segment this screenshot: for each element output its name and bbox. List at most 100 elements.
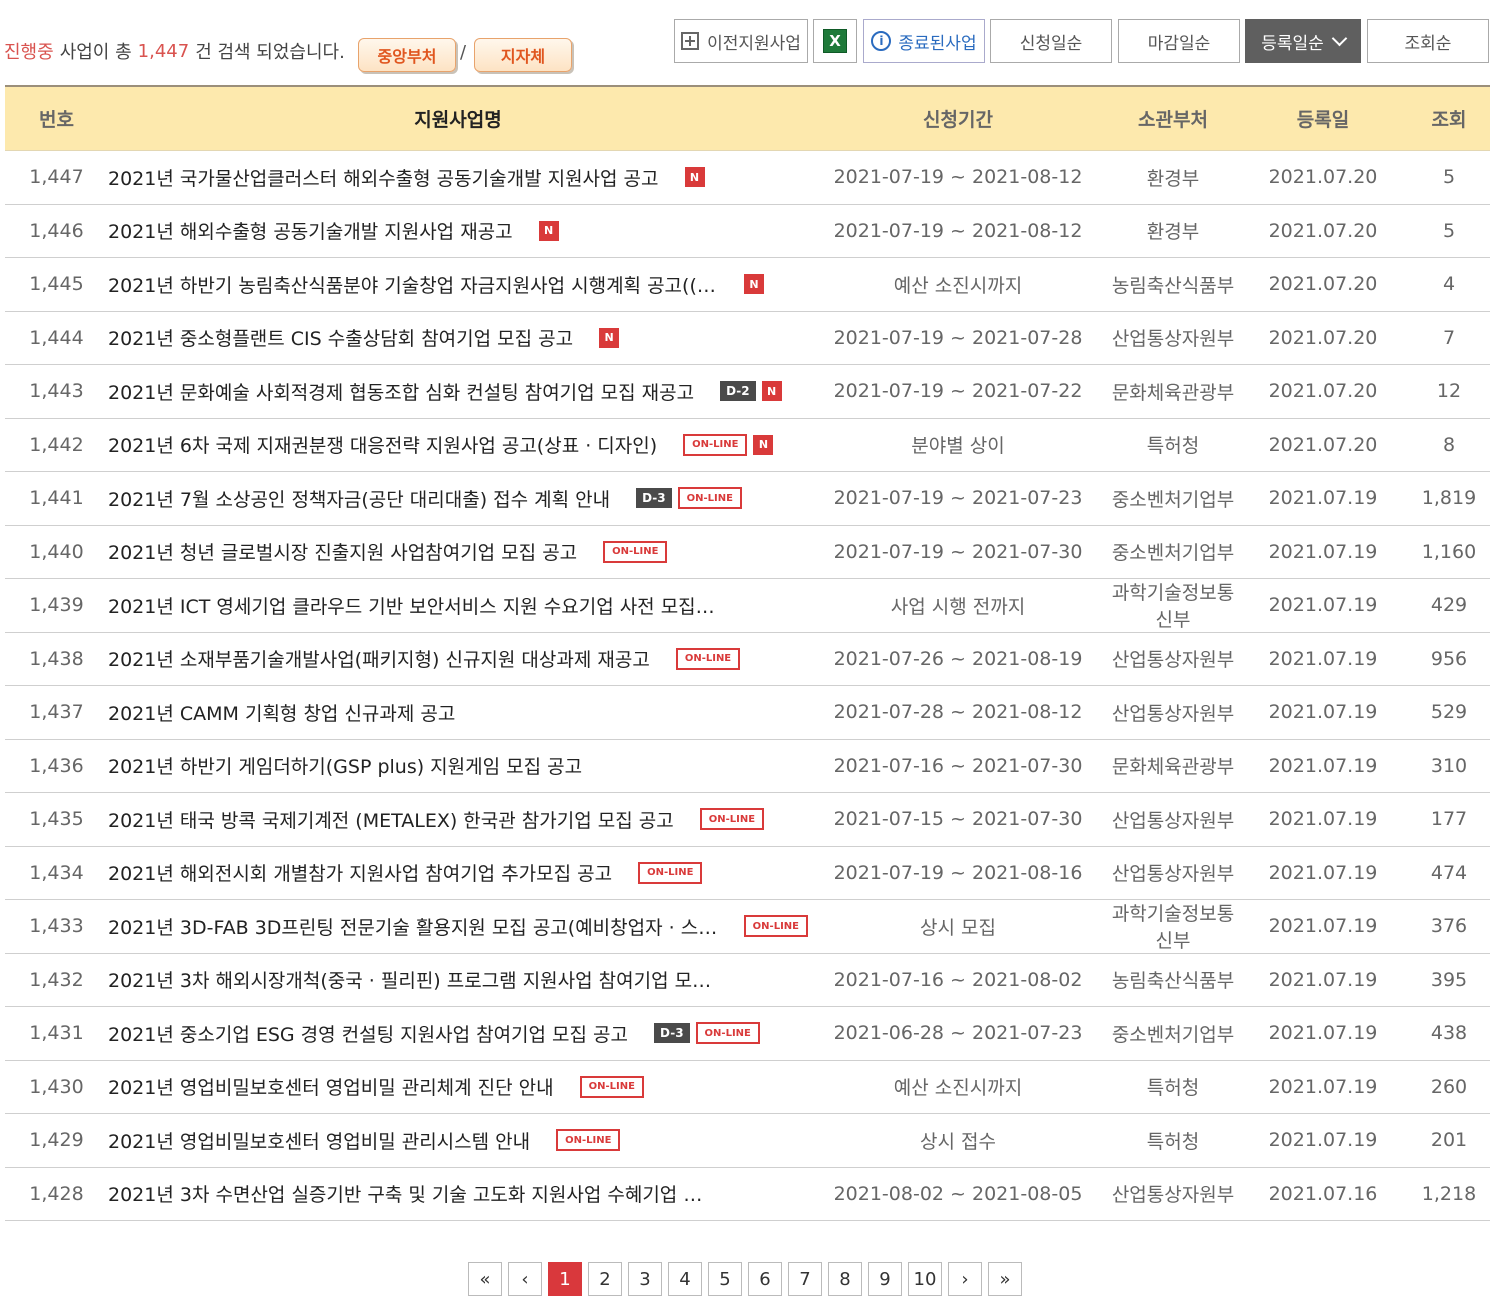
table-row[interactable]: 1,435 2021년 태국 방콕 국제기계전 (METALEX) 한국관 참가기… (5, 793, 1490, 847)
table-row[interactable]: 1,438 2021년 소재부품기술개발사업(패키지형) 신규지원 대상과제 재공… (5, 633, 1490, 686)
row-title-cell[interactable]: 2021년 중소형플랜트 CIS 수출상담회 참여기업 모집 공고 N (108, 324, 808, 351)
previous-programs-button[interactable]: 이전지원사업 (674, 19, 808, 63)
row-views: 5 (1442, 166, 1456, 189)
table-row[interactable]: 1,439 2021년 ICT 영세기업 클라우드 기반 보안서비스 지원 수요기… (5, 579, 1490, 633)
local-government-button[interactable]: 지자체 (474, 38, 572, 72)
sort-views-button[interactable]: 조회순 (1367, 19, 1489, 63)
table-row[interactable]: 1,437 2021년 CAMM 기획형 창업 신규과제 공고 2021-07-28… (5, 686, 1490, 740)
program-title-link[interactable]: 2021년 3D-FAB 3D프린팅 전문기술 활용지원 모집 공고(예비창업자… (108, 913, 718, 940)
program-title-link[interactable]: 2021년 소재부품기술개발사업(패키지형) 신규지원 대상과제 재공고 (108, 645, 650, 672)
table-row[interactable]: 1,441 2021년 7월 소상공인 정책자금(공단 대리대출) 접수 계획 안… (5, 472, 1490, 526)
row-registered-date: 2021.07.20 (1268, 219, 1378, 242)
row-title-cell[interactable]: 2021년 하반기 농림축산식품분야 기술창업 자금지원사업 시행계획 공고((… (108, 271, 808, 298)
page-button[interactable]: 7 (788, 1262, 822, 1296)
col-dept-header: 소관부처 (1138, 109, 1208, 131)
table-row[interactable]: 1,433 2021년 3D-FAB 3D프린팅 전문기술 활용지원 모집 공고(… (5, 900, 1490, 954)
row-title-cell[interactable]: 2021년 영업비밀보호센터 영업비밀 관리체계 진단 안내 ON-LINE (108, 1073, 808, 1100)
excel-download-button[interactable]: X (813, 19, 857, 63)
page-button[interactable]: 1 (548, 1262, 582, 1296)
page-button[interactable]: 2 (588, 1262, 622, 1296)
program-title-link[interactable]: 2021년 하반기 게임더하기(GSP plus) 지원게임 모집 공고 (108, 752, 582, 779)
sort-deadline-button[interactable]: 마감일순 (1118, 19, 1240, 63)
row-views: 5 (1442, 219, 1456, 242)
table-row[interactable]: 1,436 2021년 하반기 게임더하기(GSP plus) 지원게임 모집 공… (5, 740, 1490, 793)
closed-programs-button[interactable]: i 종료된사업 (863, 19, 985, 63)
row-title-cell[interactable]: 2021년 청년 글로벌시장 진출지원 사업참여기업 모집 공고 ON-LINE (108, 538, 808, 565)
program-title-link[interactable]: 2021년 6차 국제 지재권분쟁 대응전략 지원사업 공고(상표 · 디자인) (108, 431, 657, 458)
program-title-link[interactable]: 2021년 ICT 영세기업 클라우드 기반 보안서비스 지원 수요기업 사전 … (108, 592, 718, 619)
row-number: 1,432 (29, 968, 84, 991)
row-period: 상시 접수 (920, 1130, 996, 1153)
program-title-link[interactable]: 2021년 하반기 농림축산식품분야 기술창업 자금지원사업 시행계획 공고((… (108, 271, 718, 298)
row-views: 1,819 (1421, 487, 1477, 510)
row-department: 중소벤처기업부 (1111, 542, 1235, 565)
online-badge: ON-LINE (695, 1022, 760, 1045)
table-row[interactable]: 1,442 2021년 6차 국제 지재권분쟁 대응전략 지원사업 공고(상표 ·… (5, 419, 1490, 472)
program-title-link[interactable]: 2021년 해외수출형 공동기술개발 지원사업 재공고 (108, 217, 513, 244)
program-title-link[interactable]: 2021년 3차 해외시장개척(중국 · 필리핀) 프로그램 지원사업 참여기업… (108, 966, 718, 993)
last-page-button[interactable]: » (988, 1262, 1022, 1296)
page-button[interactable]: 4 (668, 1262, 702, 1296)
table-row[interactable]: 1,440 2021년 청년 글로벌시장 진출지원 사업참여기업 모집 공고 ON-… (5, 526, 1490, 579)
row-period: 2021-07-19 ~ 2021-08-12 (833, 219, 1083, 242)
program-title-link[interactable]: 2021년 7월 소상공인 정책자금(공단 대리대출) 접수 계획 안내 (108, 485, 610, 512)
row-title-cell[interactable]: 2021년 문화예술 사회적경제 협동조합 심화 컨설팅 참여기업 모집 재공고… (108, 378, 808, 405)
row-title-cell[interactable]: 2021년 3차 수면산업 실증기반 구축 및 기술 고도화 지원사업 수혜기업… (108, 1180, 808, 1207)
program-title-link[interactable]: 2021년 청년 글로벌시장 진출지원 사업참여기업 모집 공고 (108, 538, 577, 565)
table-row[interactable]: 1,429 2021년 영업비밀보호센터 영업비밀 관리시스템 안내 ON-LINE… (5, 1114, 1490, 1168)
row-period: 2021-07-19 ~ 2021-07-23 (833, 487, 1083, 510)
row-title-cell[interactable]: 2021년 하반기 게임더하기(GSP plus) 지원게임 모집 공고 (108, 752, 808, 779)
row-title-cell[interactable]: 2021년 3차 해외시장개척(중국 · 필리핀) 프로그램 지원사업 참여기업… (108, 966, 808, 993)
summary-prefix: 사업이 총 (59, 42, 132, 63)
row-title-cell[interactable]: 2021년 CAMM 기획형 창업 신규과제 공고 (108, 699, 808, 726)
page-button[interactable]: 5 (708, 1262, 742, 1296)
page-button[interactable]: 10 (908, 1262, 942, 1296)
program-title-link[interactable]: 2021년 CAMM 기획형 창업 신규과제 공고 (108, 699, 455, 726)
row-title-cell[interactable]: 2021년 ICT 영세기업 클라우드 기반 보안서비스 지원 수요기업 사전 … (108, 592, 808, 619)
row-title-cell[interactable]: 2021년 6차 국제 지재권분쟁 대응전략 지원사업 공고(상표 · 디자인)… (108, 431, 808, 458)
sort-register-button[interactable]: 등록일순 (1245, 19, 1361, 63)
program-title-link[interactable]: 2021년 해외전시회 개별참가 지원사업 참여기업 추가모집 공고 (108, 859, 612, 886)
program-title-link[interactable]: 2021년 태국 방콕 국제기계전 (METALEX) 한국관 참가기업 모집 … (108, 806, 674, 833)
page-button[interactable]: 6 (748, 1262, 782, 1296)
table-row[interactable]: 1,445 2021년 하반기 농림축산식품분야 기술창업 자금지원사업 시행계획… (5, 258, 1490, 312)
program-title-link[interactable]: 2021년 영업비밀보호센터 영업비밀 관리시스템 안내 (108, 1127, 530, 1154)
program-title-link[interactable]: 2021년 국가물산업클러스터 해외수출형 공동기술개발 지원사업 공고 (108, 164, 659, 191)
program-title-link[interactable]: 2021년 3차 수면산업 실증기반 구축 및 기술 고도화 지원사업 수혜기업… (108, 1180, 718, 1207)
row-title-cell[interactable]: 2021년 태국 방콕 국제기계전 (METALEX) 한국관 참가기업 모집 … (108, 806, 808, 833)
table-row[interactable]: 1,447 2021년 국가물산업클러스터 해외수출형 공동기술개발 지원사업 공… (5, 151, 1490, 205)
prev-page-button[interactable]: ‹ (508, 1262, 542, 1296)
table-row[interactable]: 1,434 2021년 해외전시회 개별참가 지원사업 참여기업 추가모집 공고 O… (5, 847, 1490, 900)
row-title-cell[interactable]: 2021년 해외수출형 공동기술개발 지원사업 재공고 N (108, 217, 808, 244)
info-icon: i (871, 31, 892, 51)
table-row[interactable]: 1,446 2021년 해외수출형 공동기술개발 지원사업 재공고 N 2021-07… (5, 205, 1490, 258)
page-button[interactable]: 9 (868, 1262, 902, 1296)
page-button[interactable]: 8 (828, 1262, 862, 1296)
row-department: 문화체육관광부 (1111, 381, 1235, 404)
row-title-cell[interactable]: 2021년 7월 소상공인 정책자금(공단 대리대출) 접수 계획 안내 D-3 O… (108, 485, 808, 512)
row-number: 1,438 (29, 647, 84, 670)
row-title-cell[interactable]: 2021년 해외전시회 개별참가 지원사업 참여기업 추가모집 공고 ON-LIN… (108, 859, 808, 886)
program-title-link[interactable]: 2021년 중소기업 ESG 경영 컨설팅 지원사업 참여기업 모집 공고 (108, 1020, 628, 1047)
program-title-link[interactable]: 2021년 중소형플랜트 CIS 수출상담회 참여기업 모집 공고 (108, 324, 573, 351)
next-page-button[interactable]: › (948, 1262, 982, 1296)
table-row[interactable]: 1,428 2021년 3차 수면산업 실증기반 구축 및 기술 고도화 지원사업… (5, 1168, 1490, 1221)
sort-apply-button[interactable]: 신청일순 (990, 19, 1112, 63)
row-title-cell[interactable]: 2021년 소재부품기술개발사업(패키지형) 신규지원 대상과제 재공고 ON-L… (108, 645, 808, 672)
table-row[interactable]: 1,444 2021년 중소형플랜트 CIS 수출상담회 참여기업 모집 공고 N 2… (5, 312, 1490, 365)
row-department: 중소벤처기업부 (1111, 1023, 1235, 1046)
first-page-button[interactable]: « (468, 1262, 502, 1296)
row-department: 산업통상자원부 (1111, 702, 1235, 725)
page-button[interactable]: 3 (628, 1262, 662, 1296)
table-row[interactable]: 1,432 2021년 3차 해외시장개척(중국 · 필리핀) 프로그램 지원사업… (5, 954, 1490, 1007)
row-title-cell[interactable]: 2021년 영업비밀보호센터 영업비밀 관리시스템 안내 ON-LINE (108, 1127, 808, 1154)
table-row[interactable]: 1,431 2021년 중소기업 ESG 경영 컨설팅 지원사업 참여기업 모집 … (5, 1007, 1490, 1061)
row-title-cell[interactable]: 2021년 국가물산업클러스터 해외수출형 공동기술개발 지원사업 공고 N (108, 164, 808, 191)
program-title-link[interactable]: 2021년 영업비밀보호센터 영업비밀 관리체계 진단 안내 (108, 1073, 554, 1100)
row-title-cell[interactable]: 2021년 중소기업 ESG 경영 컨설팅 지원사업 참여기업 모집 공고 D-3… (108, 1020, 808, 1047)
row-title-cell[interactable]: 2021년 3D-FAB 3D프린팅 전문기술 활용지원 모집 공고(예비창업자… (108, 913, 808, 940)
central-ministry-button[interactable]: 중앙부처 (358, 38, 456, 72)
table-row[interactable]: 1,443 2021년 문화예술 사회적경제 협동조합 심화 컨설팅 참여기업 모… (5, 365, 1490, 419)
program-title-link[interactable]: 2021년 문화예술 사회적경제 협동조합 심화 컨설팅 참여기업 모집 재공고 (108, 378, 694, 405)
table-row[interactable]: 1,430 2021년 영업비밀보호센터 영업비밀 관리체계 진단 안내 ON-LI… (5, 1061, 1490, 1114)
